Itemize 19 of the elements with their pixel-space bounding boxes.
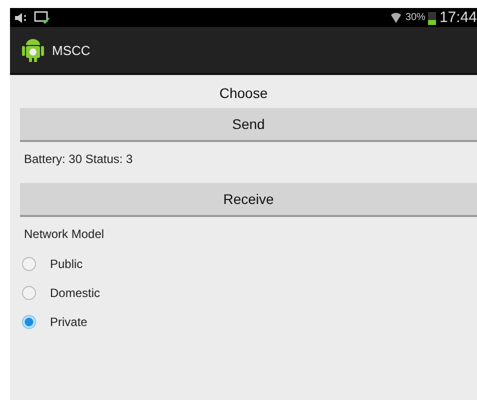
option-label: Domestic	[50, 286, 100, 300]
section-heading: Choose	[218, 85, 269, 101]
battery-icon	[428, 10, 436, 24]
clock: 17:44	[439, 9, 477, 26]
radio-button[interactable]	[22, 314, 36, 328]
wifi-icon	[390, 12, 402, 24]
radio-button[interactable]	[22, 286, 36, 300]
option-label: Public	[50, 256, 83, 270]
radio-button[interactable]	[22, 256, 36, 270]
screen-check-icon	[34, 11, 50, 24]
receive-button[interactable]: Receive	[20, 183, 477, 217]
option-label: Private	[50, 314, 88, 328]
status-text: Battery: 30 Status: 3	[24, 152, 134, 166]
battery-percent: 30%	[405, 12, 426, 23]
app-title: MSCC	[52, 42, 90, 58]
group-label: Network Model	[24, 227, 106, 241]
android-robot-icon	[22, 37, 44, 63]
send-button[interactable]: Send	[20, 108, 477, 142]
volume-icon	[14, 12, 28, 24]
